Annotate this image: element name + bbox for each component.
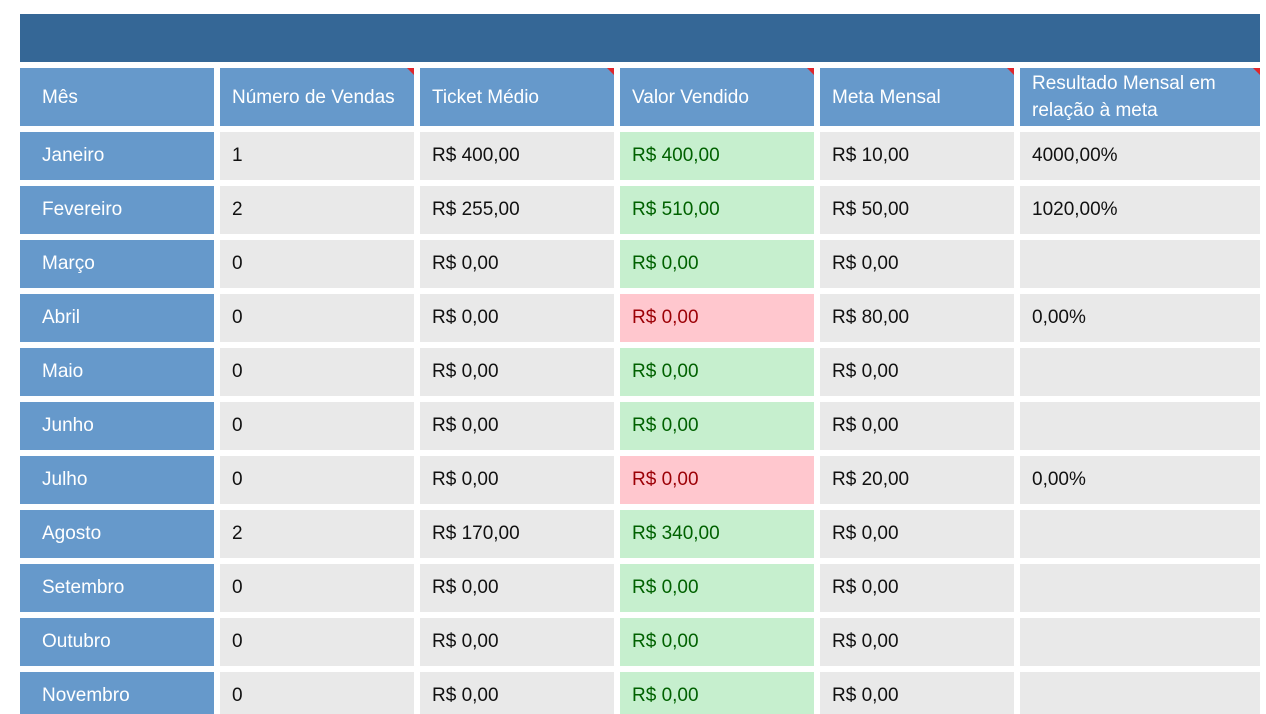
cell-monthly-result[interactable] [1020, 618, 1260, 666]
cell-month[interactable]: Abril [20, 294, 214, 342]
cell-month[interactable]: Maio [20, 348, 214, 396]
header-amount-sold[interactable]: Valor Vendido [620, 68, 814, 126]
cell-amount-sold[interactable]: R$ 0,00 [620, 294, 814, 342]
cell-amount-sold[interactable]: R$ 0,00 [620, 456, 814, 504]
cell-monthly-goal[interactable]: R$ 0,00 [820, 672, 1014, 714]
cell-average-ticket[interactable]: R$ 400,00 [420, 132, 614, 180]
cell-monthly-result[interactable] [1020, 402, 1260, 450]
header-sales-count[interactable]: Número de Vendas [220, 68, 414, 126]
header-monthly-result-label: Resultado Mensal em relação à meta [1032, 73, 1216, 121]
cell-sales-count[interactable]: 2 [220, 186, 414, 234]
header-monthly-goal[interactable]: Meta Mensal [820, 68, 1014, 126]
sales-table: Mês Número de Vendas Ticket Médio Valor … [20, 68, 1260, 714]
cell-amount-sold[interactable]: R$ 0,00 [620, 348, 814, 396]
cell-average-ticket[interactable]: R$ 0,00 [420, 672, 614, 714]
cell-monthly-goal[interactable]: R$ 50,00 [820, 186, 1014, 234]
cell-sales-count[interactable]: 0 [220, 618, 414, 666]
cell-monthly-result[interactable]: 1020,00% [1020, 186, 1260, 234]
cell-monthly-goal[interactable]: R$ 0,00 [820, 618, 1014, 666]
comment-marker-icon[interactable] [1253, 68, 1260, 75]
cell-monthly-result[interactable]: 0,00% [1020, 456, 1260, 504]
cell-monthly-goal[interactable]: R$ 80,00 [820, 294, 1014, 342]
cell-sales-count[interactable]: 0 [220, 348, 414, 396]
cell-month[interactable]: Julho [20, 456, 214, 504]
cell-monthly-result[interactable] [1020, 672, 1260, 714]
cell-average-ticket[interactable]: R$ 0,00 [420, 402, 614, 450]
cell-average-ticket[interactable]: R$ 255,00 [420, 186, 614, 234]
cell-month[interactable]: Agosto [20, 510, 214, 558]
cell-amount-sold[interactable]: R$ 0,00 [620, 402, 814, 450]
cell-monthly-result[interactable]: 0,00% [1020, 294, 1260, 342]
comment-marker-icon[interactable] [1007, 68, 1014, 75]
cell-month[interactable]: Outubro [20, 618, 214, 666]
cell-sales-count[interactable]: 0 [220, 564, 414, 612]
cell-amount-sold[interactable]: R$ 0,00 [620, 240, 814, 288]
cell-monthly-result[interactable] [1020, 348, 1260, 396]
cell-sales-count[interactable]: 1 [220, 132, 414, 180]
cell-month[interactable]: Novembro [20, 672, 214, 714]
header-month[interactable]: Mês [20, 68, 214, 126]
title-bar [20, 14, 1260, 62]
cell-amount-sold[interactable]: R$ 340,00 [620, 510, 814, 558]
cell-sales-count[interactable]: 0 [220, 672, 414, 714]
cell-monthly-result[interactable] [1020, 510, 1260, 558]
cell-monthly-goal[interactable]: R$ 0,00 [820, 510, 1014, 558]
cell-monthly-goal[interactable]: R$ 0,00 [820, 402, 1014, 450]
cell-average-ticket[interactable]: R$ 0,00 [420, 348, 614, 396]
spreadsheet: Mês Número de Vendas Ticket Médio Valor … [20, 14, 1260, 714]
header-average-ticket-label: Ticket Médio [432, 86, 539, 108]
cell-month[interactable]: Fevereiro [20, 186, 214, 234]
header-sales-count-label: Número de Vendas [232, 86, 395, 108]
cell-sales-count[interactable]: 2 [220, 510, 414, 558]
cell-sales-count[interactable]: 0 [220, 294, 414, 342]
cell-month[interactable]: Junho [20, 402, 214, 450]
header-amount-sold-label: Valor Vendido [632, 86, 749, 108]
cell-monthly-result[interactable] [1020, 240, 1260, 288]
cell-monthly-goal[interactable]: R$ 10,00 [820, 132, 1014, 180]
cell-sales-count[interactable]: 0 [220, 402, 414, 450]
comment-marker-icon[interactable] [807, 68, 814, 75]
cell-amount-sold[interactable]: R$ 0,00 [620, 618, 814, 666]
cell-amount-sold[interactable]: R$ 400,00 [620, 132, 814, 180]
cell-monthly-goal[interactable]: R$ 20,00 [820, 456, 1014, 504]
cell-amount-sold[interactable]: R$ 0,00 [620, 564, 814, 612]
cell-average-ticket[interactable]: R$ 0,00 [420, 564, 614, 612]
header-monthly-result[interactable]: Resultado Mensal em relação à meta [1020, 68, 1260, 126]
cell-month[interactable]: Janeiro [20, 132, 214, 180]
comment-marker-icon[interactable] [607, 68, 614, 75]
cell-average-ticket[interactable]: R$ 0,00 [420, 456, 614, 504]
comment-marker-icon[interactable] [407, 68, 414, 75]
cell-average-ticket[interactable]: R$ 0,00 [420, 618, 614, 666]
cell-sales-count[interactable]: 0 [220, 240, 414, 288]
cell-average-ticket[interactable]: R$ 0,00 [420, 294, 614, 342]
cell-monthly-goal[interactable]: R$ 0,00 [820, 564, 1014, 612]
cell-monthly-goal[interactable]: R$ 0,00 [820, 240, 1014, 288]
cell-monthly-goal[interactable]: R$ 0,00 [820, 348, 1014, 396]
cell-amount-sold[interactable]: R$ 510,00 [620, 186, 814, 234]
cell-monthly-result[interactable]: 4000,00% [1020, 132, 1260, 180]
header-monthly-goal-label: Meta Mensal [832, 86, 941, 108]
cell-sales-count[interactable]: 0 [220, 456, 414, 504]
cell-amount-sold[interactable]: R$ 0,00 [620, 672, 814, 714]
cell-average-ticket[interactable]: R$ 170,00 [420, 510, 614, 558]
header-average-ticket[interactable]: Ticket Médio [420, 68, 614, 126]
cell-month[interactable]: Setembro [20, 564, 214, 612]
cell-monthly-result[interactable] [1020, 564, 1260, 612]
cell-month[interactable]: Março [20, 240, 214, 288]
cell-average-ticket[interactable]: R$ 0,00 [420, 240, 614, 288]
header-month-label: Mês [42, 86, 78, 108]
